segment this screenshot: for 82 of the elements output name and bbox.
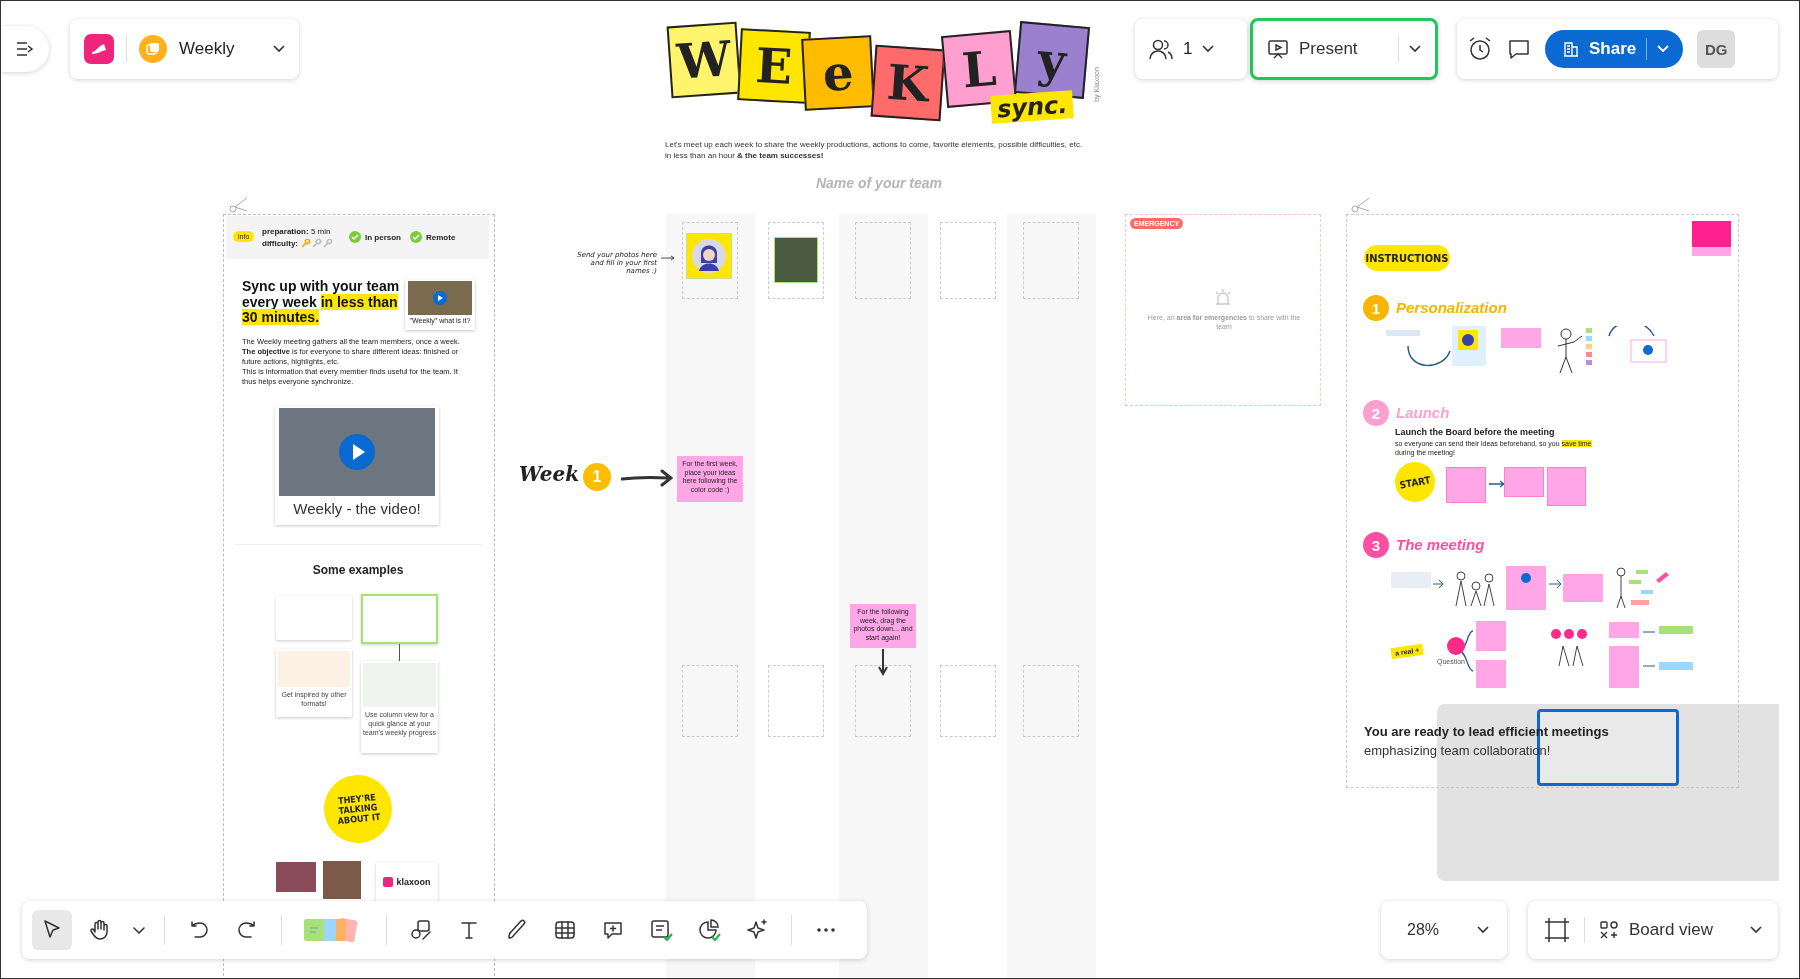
- week-label: Week: [519, 462, 580, 486]
- alarm-light-icon: [1213, 288, 1233, 306]
- step-title: Personalization: [1396, 299, 1507, 316]
- logo-icon: [383, 877, 394, 887]
- participant-count: 1: [1183, 39, 1193, 59]
- headline: Sync up with your team every week in less than 30 minutes.: [242, 279, 401, 326]
- arrow-icon: [661, 255, 675, 261]
- presentation-icon: [1267, 38, 1289, 60]
- arrow-icon: [621, 469, 673, 487]
- example-thumbnail: [278, 651, 350, 687]
- present-button[interactable]: Present: [1250, 18, 1438, 80]
- step-number-badge: 1: [1363, 295, 1389, 321]
- cursor-tool[interactable]: [32, 910, 72, 950]
- title-letter: W: [666, 21, 742, 99]
- building-icon: [1563, 41, 1579, 57]
- caret-icon: [1409, 45, 1421, 53]
- section-heading: Some examples: [311, 563, 405, 577]
- caret-icon: [1202, 45, 1215, 53]
- instructions-badge: INSTRUCTIONS: [1364, 245, 1450, 271]
- shapes-icon: [409, 918, 433, 942]
- avatar-drawing: [686, 233, 732, 279]
- photo-slot: [768, 665, 824, 737]
- example-thumbnail[interactable]: [276, 596, 352, 640]
- scissors-icon: [1351, 197, 1371, 213]
- people-icon: [1149, 38, 1173, 60]
- step-number-badge: 2: [1363, 400, 1389, 426]
- mode-label: In person: [365, 232, 401, 242]
- week-number-badge: 1: [583, 463, 611, 491]
- photo-slot: [1023, 665, 1079, 737]
- step-title: The meeting: [1396, 536, 1485, 553]
- pie-chart-icon: [697, 918, 721, 942]
- photo-slot: [682, 665, 738, 737]
- preparation-text: preparation: 5 min: [262, 227, 331, 237]
- arrow-icon: [877, 648, 889, 676]
- mode-label: Remote: [426, 232, 456, 242]
- app-logo: [84, 34, 114, 64]
- caret-icon: [133, 926, 145, 934]
- scissors-icon: [229, 197, 249, 213]
- participants-button[interactable]: 1: [1135, 19, 1247, 79]
- board-name: Weekly: [179, 39, 236, 59]
- caret-icon: [1477, 926, 1489, 934]
- step-number-badge: 3: [1363, 532, 1389, 558]
- photo-placeholder: [774, 237, 818, 283]
- video-caption: Weekly - the video!: [293, 500, 421, 517]
- example-thumbnail[interactable]: [361, 594, 438, 644]
- difficulty-label: difficulty:: [262, 239, 298, 248]
- video-card[interactable]: Weekly - the video!: [275, 406, 439, 525]
- logo-text: klaxoon: [396, 877, 431, 887]
- video-thumbnail[interactable]: [276, 862, 316, 892]
- photo-slot: [855, 665, 911, 737]
- sparkle-icon: [745, 918, 769, 942]
- share-button[interactable]: Share: [1545, 30, 1684, 68]
- photo-slot: [940, 665, 996, 737]
- caret-icon: [1750, 926, 1762, 934]
- caret-icon: [1657, 45, 1670, 53]
- more-icon: [817, 928, 835, 932]
- menu-icon: [16, 42, 34, 56]
- board-menu[interactable]: Weekly: [70, 19, 299, 79]
- sidebar-toggle[interactable]: [1, 26, 49, 72]
- title-letter: y: [1014, 21, 1090, 99]
- table-icon: [553, 918, 577, 942]
- photo-placeholder: [323, 861, 361, 899]
- launch-heading: Launch the Board before the meeting: [1395, 427, 1555, 437]
- board-view-dropdown[interactable]: Board view: [1599, 920, 1762, 940]
- view-icon: [1599, 920, 1619, 940]
- board-icon: [139, 35, 167, 63]
- video-thumbnail[interactable]: [1692, 221, 1731, 256]
- caret-icon: [273, 45, 285, 53]
- step-title: Launch: [1396, 404, 1450, 421]
- title-letter: e: [801, 35, 875, 111]
- alarm-clock-icon[interactable]: [1467, 36, 1493, 62]
- pen-icon: [505, 918, 529, 942]
- zoom-dropdown[interactable]: 28%: [1381, 901, 1507, 959]
- play-icon[interactable]: [339, 434, 375, 470]
- intro-text: Let's meet up each week to share the weekly productions, actions to come, favorite elements, possible difficulties, etc. in less than an hour & the team successes!: [665, 139, 1083, 161]
- frame-icon[interactable]: [1544, 917, 1570, 943]
- form-icon: [649, 918, 673, 942]
- title-letter: K: [870, 44, 946, 122]
- user-avatar[interactable]: DG: [1697, 30, 1736, 68]
- play-icon: [433, 291, 447, 305]
- arrow-icon: [1489, 480, 1505, 488]
- comment-icon[interactable]: [1507, 37, 1531, 61]
